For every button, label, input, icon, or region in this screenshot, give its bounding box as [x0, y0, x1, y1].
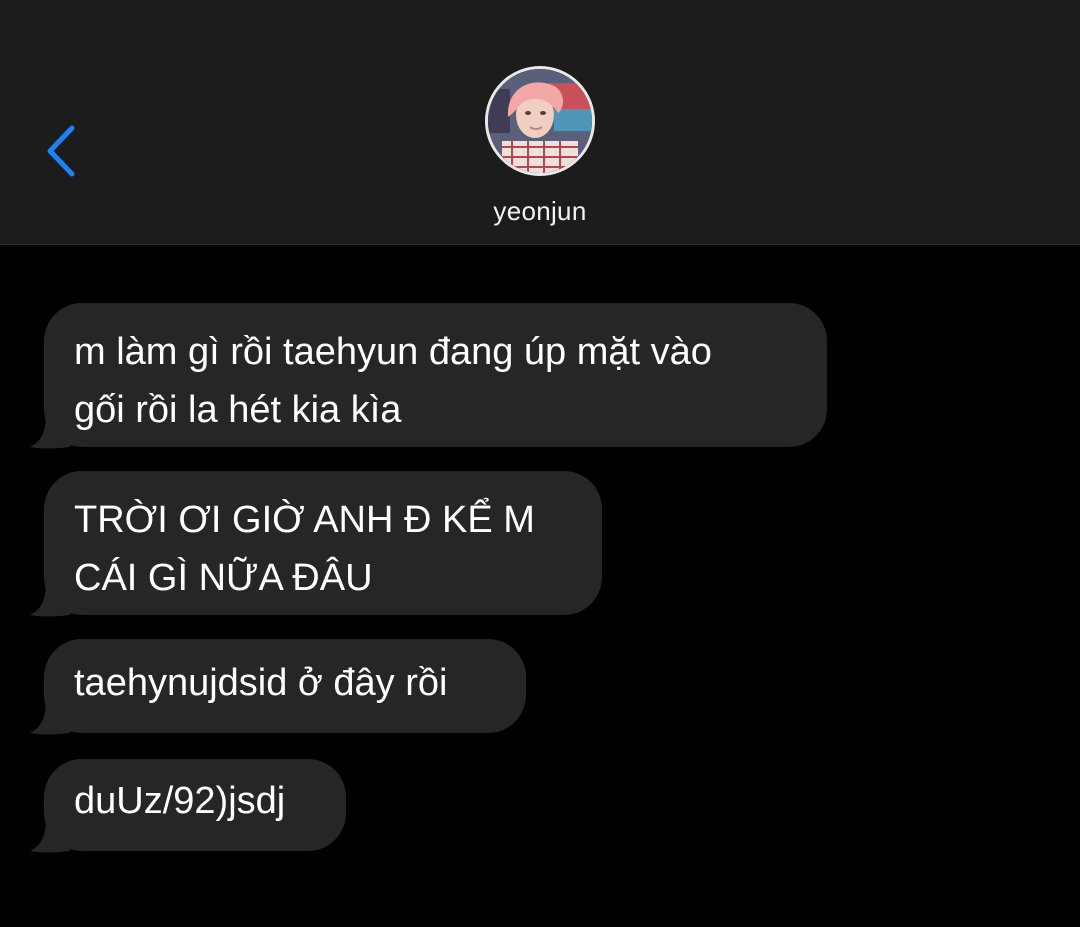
message-text-line: TRỜI ƠI GIỜ ANH Đ KỂ M: [74, 499, 535, 541]
back-button[interactable]: [38, 118, 88, 184]
message-bubble[interactable]: TRỜI ƠI GIỜ ANH Đ KỂ M CÁI GÌ NỮA ĐÂU: [30, 471, 602, 617]
contact-name[interactable]: yeonjun: [0, 196, 1080, 227]
message-bubble[interactable]: m làm gì rồi taehyun đang úp mặt vào gối…: [30, 303, 827, 449]
bubble-tail: [30, 699, 70, 735]
message-bubble[interactable]: duUz/92)jsdj: [30, 759, 346, 853]
message-text-line: taehynujdsid ở đây rồi: [74, 662, 448, 704]
message-bubble[interactable]: taehynujdsid ở đây rồi: [30, 639, 526, 735]
chevron-left-icon: [47, 125, 75, 177]
message-text-line: m làm gì rồi taehyun đang úp mặt vào: [74, 331, 712, 373]
bubble-tail: [30, 581, 70, 617]
message-text-line: duUz/92)jsdj: [74, 780, 286, 822]
bubble-tail: [30, 413, 70, 449]
profile-photo: [488, 69, 592, 173]
chat-header: yeonjun: [0, 0, 1080, 245]
bubble-tail: [30, 817, 70, 853]
avatar[interactable]: [485, 66, 595, 176]
message-text-line: gối rồi la hét kia kìa: [74, 389, 402, 431]
message-text-line: CÁI GÌ NỮA ĐÂU: [74, 557, 373, 599]
